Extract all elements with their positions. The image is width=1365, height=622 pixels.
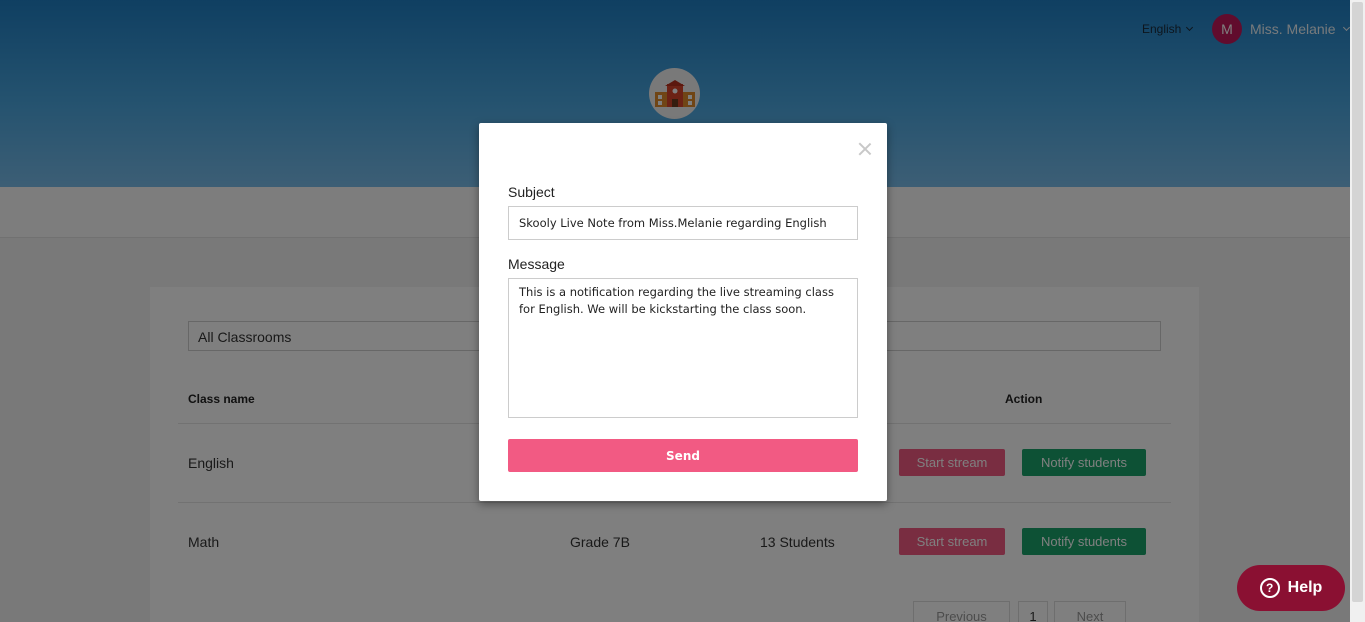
message-textarea[interactable]: This is a notification regarding the liv…: [508, 278, 858, 418]
subject-label: Subject: [508, 184, 555, 200]
message-label: Message: [508, 256, 565, 272]
scrollbar-thumb[interactable]: [1352, 2, 1363, 602]
help-button[interactable]: ? Help: [1237, 565, 1345, 611]
close-icon[interactable]: [856, 140, 874, 158]
notify-modal: Subject Message This is a notification r…: [479, 123, 887, 501]
help-question-icon: ?: [1259, 578, 1280, 598]
send-button[interactable]: Send: [508, 439, 858, 472]
subject-input[interactable]: [508, 206, 858, 240]
help-label: Help: [1287, 579, 1323, 596]
